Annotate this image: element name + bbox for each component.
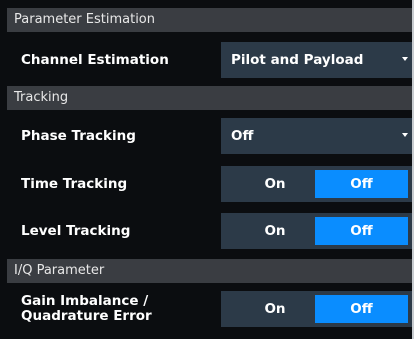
channel-estimation-row: Channel Estimation Pilot and Payload: [7, 38, 412, 82]
gain-imbalance-toggle: On Off: [221, 291, 412, 327]
time-tracking-label: Time Tracking: [21, 175, 128, 192]
section-header-parameter-estimation: Parameter Estimation: [7, 8, 412, 32]
chevron-down-icon: [402, 133, 408, 137]
gain-imbalance-label-line2: Quadrature Error: [21, 308, 152, 324]
phase-tracking-dropdown[interactable]: Off: [221, 118, 412, 154]
channel-estimation-value: Pilot and Payload: [231, 52, 364, 68]
channel-estimation-label: Channel Estimation: [21, 51, 169, 68]
level-tracking-on-button[interactable]: On: [229, 217, 321, 245]
phase-tracking-label: Phase Tracking: [21, 127, 136, 144]
phase-tracking-value: Off: [231, 128, 254, 144]
level-tracking-off-button[interactable]: Off: [315, 217, 408, 245]
time-tracking-toggle: On Off: [221, 166, 412, 202]
section-title: Tracking: [14, 90, 69, 105]
section-title: Parameter Estimation: [14, 12, 155, 27]
phase-tracking-row: Phase Tracking Off: [7, 114, 412, 158]
gain-imbalance-off-button[interactable]: Off: [315, 295, 408, 323]
time-tracking-row: Time Tracking On Off: [7, 162, 412, 206]
section-header-iq-parameter: I/Q Parameter: [7, 259, 412, 283]
section-title: I/Q Parameter: [14, 263, 105, 278]
section-header-tracking: Tracking: [7, 86, 412, 110]
level-tracking-row: Level Tracking On Off: [7, 209, 412, 253]
gain-imbalance-label: Gain Imbalance / Quadrature Error: [21, 287, 152, 331]
gain-imbalance-row: Gain Imbalance / Quadrature Error On Off: [7, 287, 412, 331]
time-tracking-on-button[interactable]: On: [229, 170, 321, 198]
gain-imbalance-label-line1: Gain Imbalance /: [21, 293, 149, 309]
gain-imbalance-on-button[interactable]: On: [229, 295, 321, 323]
chevron-down-icon: [402, 57, 408, 61]
level-tracking-toggle: On Off: [221, 213, 412, 249]
time-tracking-off-button[interactable]: Off: [315, 170, 408, 198]
parameter-panel: Parameter Estimation Channel Estimation …: [0, 0, 412, 339]
level-tracking-label: Level Tracking: [21, 222, 131, 239]
channel-estimation-dropdown[interactable]: Pilot and Payload: [221, 42, 412, 78]
